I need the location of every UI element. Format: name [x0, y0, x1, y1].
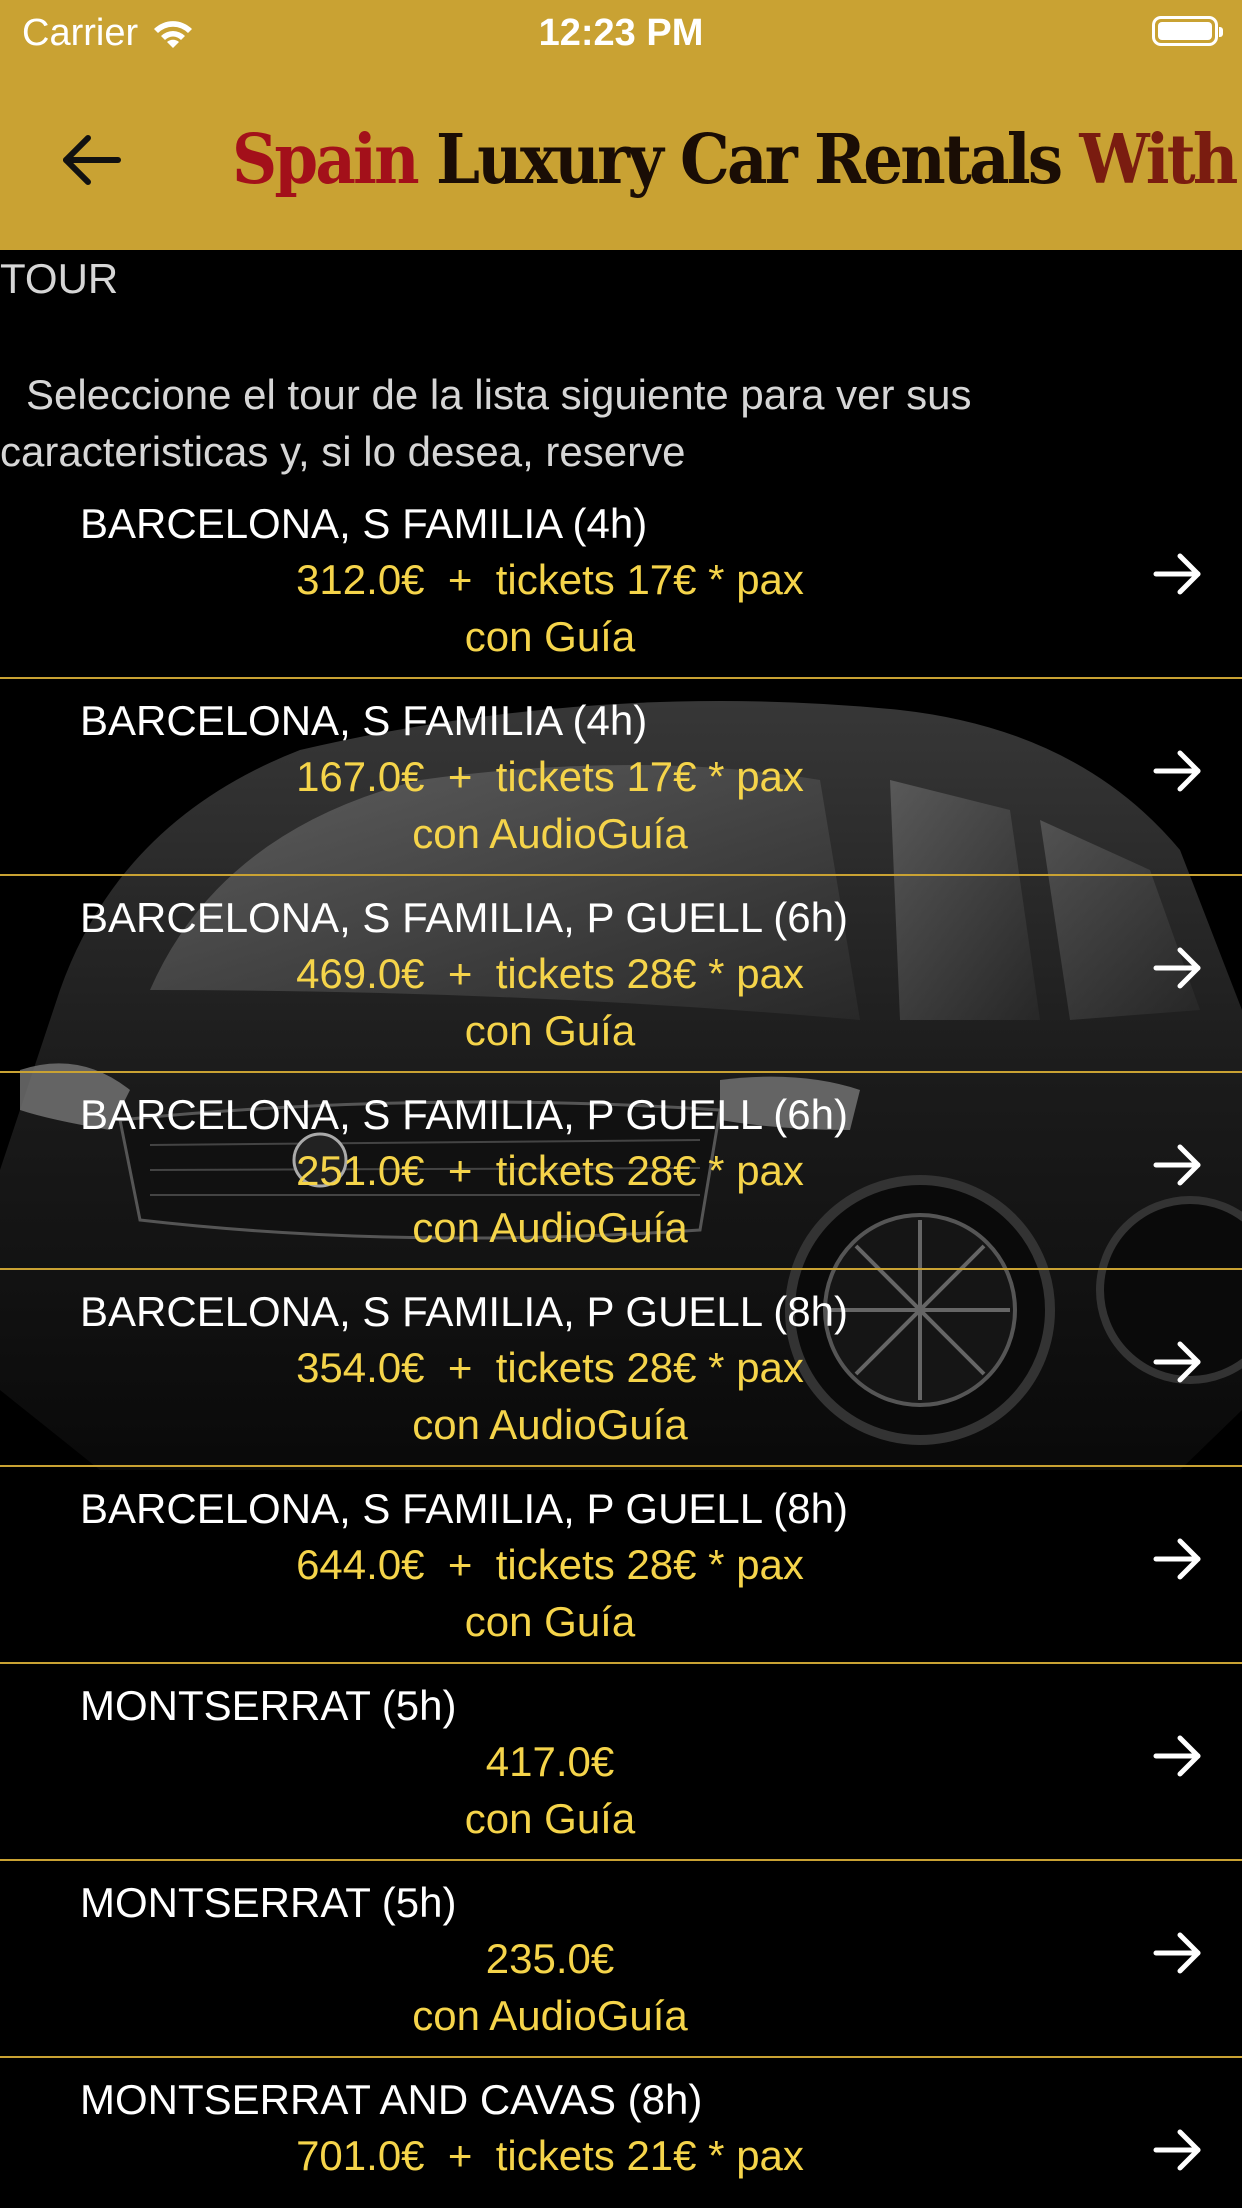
- tour-price: 469.0€ + tickets 28€ * pax: [296, 950, 804, 997]
- tour-name: MONTSERRAT AND CAVAS (8h): [80, 2076, 703, 2123]
- title-luxury: Luxury Car Rentals: [416, 120, 1080, 200]
- arrow-right-icon[interactable]: [1150, 743, 1206, 799]
- arrow-right-icon[interactable]: [1150, 1531, 1206, 1587]
- title-driver: With Driver: [1079, 120, 1242, 200]
- tour-name: MONTSERRAT (5h): [80, 1879, 457, 1926]
- tour-list-item[interactable]: MONTSERRAT AND CAVAS (8h) 701.0€ + ticket…: [0, 2058, 1242, 2208]
- tour-list-item[interactable]: BARCELONA, S FAMILIA, P GUELL (8h) 354.0€…: [0, 1270, 1242, 1467]
- tour-name: BARCELONA, S FAMILIA, P GUELL (6h): [80, 894, 848, 941]
- tour-list-item[interactable]: BARCELONA, S FAMILIA, P GUELL (6h) 469.0€…: [0, 876, 1242, 1073]
- arrow-right-icon[interactable]: [1150, 1137, 1206, 1193]
- tour-name: MONTSERRAT (5h): [80, 1682, 457, 1729]
- tour-guide-type: con Guía: [464, 1007, 636, 1054]
- arrow-right-icon[interactable]: [1150, 1925, 1206, 1981]
- app-title-logo: Spain Luxury Car Rentals With Driver: [232, 110, 1242, 210]
- tour-price: 251.0€ + tickets 28€ * pax: [296, 1147, 804, 1194]
- tour-guide-type: con AudioGuía: [412, 1992, 688, 2039]
- tour-name: BARCELONA, S FAMILIA (4h): [80, 500, 648, 547]
- tour-name: BARCELONA, S FAMILIA, P GUELL (6h): [80, 1091, 848, 1138]
- tour-guide-type: con Guía: [464, 1598, 636, 1645]
- tour-list: BARCELONA, S FAMILIA (4h) 312.0€ + ticket…: [0, 482, 1242, 2208]
- arrow-right-icon[interactable]: [1150, 546, 1206, 602]
- intro-text: Seleccione el tour de la lista siguiente…: [0, 371, 972, 475]
- tour-list-item[interactable]: BARCELONA, S FAMILIA, P GUELL (8h) 644.0€…: [0, 1467, 1242, 1664]
- tour-name: BARCELONA, S FAMILIA, P GUELL (8h): [80, 1288, 848, 1335]
- tour-guide-type: con Guía: [464, 1795, 636, 1842]
- arrow-right-icon[interactable]: [1150, 2122, 1206, 2178]
- tour-list-item[interactable]: BARCELONA, S FAMILIA, P GUELL (6h) 251.0€…: [0, 1073, 1242, 1270]
- screen: Carrier 12:23 PM Spain Luxury Car Rental…: [0, 0, 1242, 2208]
- tour-guide-type: con AudioGuía: [412, 1401, 688, 1448]
- arrow-left-icon[interactable]: [52, 120, 132, 200]
- tour-price: 354.0€ + tickets 28€ * pax: [296, 1344, 804, 1391]
- tour-price: 312.0€ + tickets 17€ * pax: [296, 556, 804, 603]
- tour-price: 701.0€ + tickets 21€ * pax: [296, 2132, 804, 2179]
- arrow-right-icon[interactable]: [1150, 940, 1206, 996]
- tour-price: 235.0€: [485, 1935, 615, 1982]
- tour-guide-type: con AudioGuía: [412, 1204, 688, 1251]
- title-spain: Spain: [232, 120, 420, 200]
- battery-icon: [1152, 16, 1223, 46]
- status-bar: Carrier 12:23 PM: [0, 0, 1242, 66]
- tour-price: 417.0€: [485, 1738, 615, 1785]
- tour-list-item[interactable]: BARCELONA, S FAMILIA (4h) 167.0€ + ticket…: [0, 679, 1242, 876]
- tour-list-item[interactable]: MONTSERRAT (5h) 417.0€ con Guía: [0, 1664, 1242, 1861]
- tour-name: BARCELONA, S FAMILIA (4h): [80, 697, 648, 744]
- tour-list-item[interactable]: BARCELONA, S FAMILIA (4h) 312.0€ + ticket…: [0, 482, 1242, 679]
- section-label: TOUR: [0, 255, 119, 302]
- tour-name: BARCELONA, S FAMILIA, P GUELL (8h): [80, 1485, 848, 1532]
- arrow-right-icon[interactable]: [1150, 1728, 1206, 1784]
- tour-guide-type: con AudioGuía: [412, 810, 688, 857]
- arrow-right-icon[interactable]: [1150, 1334, 1206, 1390]
- tour-list-item[interactable]: MONTSERRAT (5h) 235.0€ con AudioGuía: [0, 1861, 1242, 2058]
- status-time: 12:23 PM: [538, 12, 704, 54]
- tour-guide-type: con Guía: [464, 613, 636, 660]
- tour-price: 644.0€ + tickets 28€ * pax: [296, 1541, 804, 1588]
- header-bar: Carrier 12:23 PM Spain Luxury Car Rental…: [0, 0, 1242, 250]
- tour-price: 167.0€ + tickets 17€ * pax: [296, 753, 804, 800]
